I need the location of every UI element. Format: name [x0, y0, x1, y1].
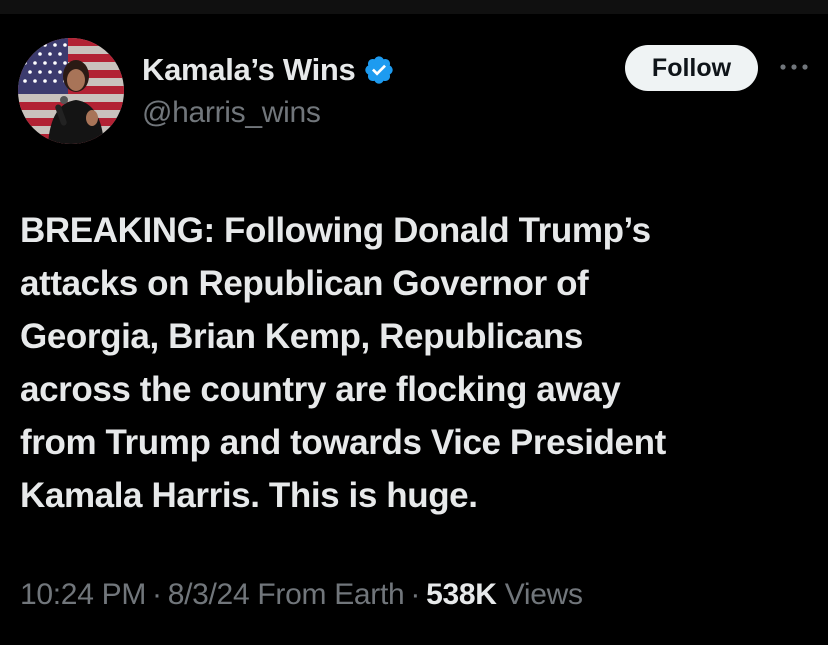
views-label[interactable]: Views [505, 578, 583, 611]
tweet-text-line: Georgia, Brian Kemp, Republicans [20, 317, 583, 356]
author-name-row[interactable]: Kamala’s Wins [142, 50, 395, 90]
author-avatar[interactable] [18, 38, 124, 144]
meta-separator: · [152, 578, 162, 611]
tweet-date[interactable]: 8/3/24 [168, 578, 250, 611]
author-handle[interactable]: @harris_wins [142, 96, 321, 130]
ellipsis-icon [780, 64, 808, 70]
tweet-text-line: Kamala Harris. This is huge. [20, 476, 478, 515]
tweet-text-line: attacks on Republican Governor of [20, 264, 589, 303]
status-bar-edge [0, 0, 828, 14]
tweet-text-line: BREAKING: Following Donald Trump’s [20, 211, 651, 250]
author-display-name[interactable]: Kamala’s Wins [142, 52, 356, 88]
more-options-button[interactable] [774, 52, 814, 82]
tweet-text-line: across the country are flocking away [20, 370, 621, 409]
follow-button[interactable]: Follow [625, 45, 758, 91]
tweet-metadata: 10:24 PM · 8/3/24 From Earth · 538K Views [20, 578, 583, 612]
tweet-text: BREAKING: Following Donald Trump’s attac… [20, 204, 820, 522]
tweet-time[interactable]: 10:24 PM [20, 578, 146, 611]
avatar-image [18, 38, 124, 144]
meta-separator: · [410, 578, 421, 611]
tweet-source: From Earth [257, 578, 405, 611]
views-count[interactable]: 538K [426, 578, 497, 611]
verified-badge-icon [365, 56, 394, 84]
tweet-text-line: from Trump and towards Vice President [20, 423, 666, 462]
